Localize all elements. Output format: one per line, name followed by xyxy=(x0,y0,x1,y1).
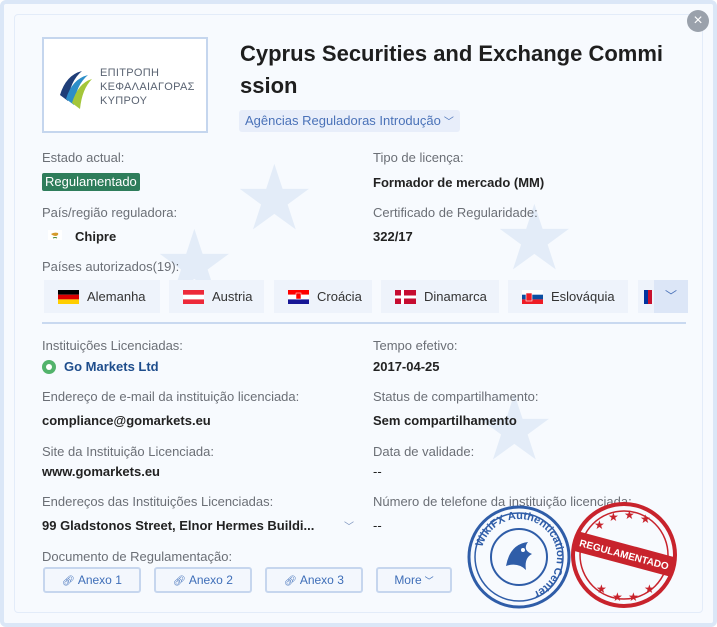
address-label: Endereços das Instituições Licenciadas: xyxy=(42,494,274,509)
background-star-icon: ★ xyxy=(234,149,315,249)
svg-text:★: ★ xyxy=(594,518,605,532)
authorized-countries-list: Alemanha Austria Croácia Dinamarca Eslov… xyxy=(44,280,688,313)
chevron-down-icon[interactable]: ﹀ xyxy=(344,518,354,533)
close-button[interactable]: × xyxy=(687,10,709,32)
chevron-down-icon: ﹀ xyxy=(424,576,434,586)
tempo-value: 2017-04-25 xyxy=(373,359,440,374)
paperclip-icon: 🔗︎ xyxy=(62,576,75,587)
email-label: Endereço de e-mail da instituição licenc… xyxy=(42,389,300,404)
certificado-value: 322/17 xyxy=(373,229,413,244)
paperclip-icon: 🔗︎ xyxy=(173,576,186,587)
regulated-stamp: ★ ★ ★ ★ ★ ★ ★ ★ REGULAMENTADO xyxy=(570,501,678,614)
licenca-value: Formador de mercado (MM) xyxy=(373,175,545,190)
share-label: Status de compartilhamento: xyxy=(373,389,539,404)
annex-2-button[interactable]: 🔗︎ Anexo 2 xyxy=(154,567,252,593)
regulator-card: ★ ★ ★ ★ × ΕΠΙΤΡΟΠΗ ΚΕΦΑΛΑΙΑΓΟΡΑΣ ΚΥΠΡΟΥ … xyxy=(0,0,717,627)
country-chip-alemanha[interactable]: Alemanha xyxy=(44,280,160,313)
regulator-intro-dropdown[interactable]: Agências Reguladoras Introdução ﹀ xyxy=(239,110,460,132)
paperclip-icon: 🔗︎ xyxy=(284,576,297,587)
svg-text:★: ★ xyxy=(608,510,619,524)
country-chip-eslovaquia[interactable]: Eslováquia xyxy=(508,280,628,313)
croatia-flag-icon xyxy=(288,289,309,304)
institution-link[interactable]: Go Markets Ltd xyxy=(64,359,159,374)
site-value[interactable]: www.gomarkets.eu xyxy=(42,464,160,479)
section-divider xyxy=(42,322,686,324)
country-chip-austria[interactable]: Austria xyxy=(169,280,264,313)
flag-icon xyxy=(644,289,652,304)
svg-text:★: ★ xyxy=(624,508,635,522)
country-name: Croácia xyxy=(317,289,362,304)
country-name: Alemanha xyxy=(87,289,146,304)
country-name: Eslováquia xyxy=(551,289,615,304)
austria-flag-icon xyxy=(183,289,204,304)
chevron-down-icon: ﹀ xyxy=(664,289,677,303)
status-badge: Regulamentado xyxy=(42,173,140,191)
svg-text:★: ★ xyxy=(640,512,651,526)
intro-label: Agências Reguladoras Introdução xyxy=(245,113,441,128)
logo-text-line: ΚΥΠΡΟΥ xyxy=(100,95,148,107)
regulator-logo: ΕΠΙΤΡΟΠΗ ΚΕΦΑΛΑΙΑΓΟΡΑΣ ΚΥΠΡΟΥ xyxy=(42,37,208,133)
annex-1-button[interactable]: 🔗︎ Anexo 1 xyxy=(43,567,141,593)
chevron-down-icon: ﹀ xyxy=(443,117,454,128)
documents-label: Documento de Regulamentação: xyxy=(42,549,233,564)
logo-text-line: ΕΠΙΤΡΟΠΗ xyxy=(100,67,160,79)
country-chip-dinamarca[interactable]: Dinamarca xyxy=(381,280,499,313)
svg-text:★: ★ xyxy=(628,590,639,604)
slovakia-flag-icon xyxy=(522,289,543,304)
email-value[interactable]: compliance@gomarkets.eu xyxy=(42,413,211,428)
logo-text-line: ΚΕΦΑΛΑΙΑΓΟΡΑΣ xyxy=(100,81,195,93)
wikifx-authentication-stamp: WikiFX Authentication Center xyxy=(466,504,572,615)
denmark-flag-icon xyxy=(395,289,416,304)
site-label: Site da Instituição Licenciada: xyxy=(42,444,214,459)
instituicoes-label: Instituições Licenciadas: xyxy=(42,338,183,353)
germany-flag-icon xyxy=(58,289,79,304)
regulator-title: Cyprus Securities and Exchange Commissio… xyxy=(240,41,664,98)
tempo-label: Tempo efetivo: xyxy=(373,338,458,353)
share-value: Sem compartilhamento xyxy=(373,413,517,428)
annex-label: Anexo 2 xyxy=(188,573,233,587)
cyprus-flag-icon xyxy=(48,230,62,243)
certificado-label: Certificado de Regularidade: xyxy=(373,205,538,220)
svg-text:★: ★ xyxy=(612,590,623,604)
paises-autorizados-label: Países autorizados(19): xyxy=(42,259,180,274)
licenca-label: Tipo de licença: xyxy=(373,150,464,165)
institution-icon xyxy=(42,360,56,374)
annex-3-button[interactable]: 🔗︎ Anexo 3 xyxy=(265,567,363,593)
pais-label: País/região reguladora: xyxy=(42,205,178,220)
cysec-emblem-icon xyxy=(60,71,92,109)
validade-label: Data de validade: xyxy=(373,444,475,459)
more-documents-button[interactable]: More ﹀ xyxy=(376,567,452,593)
more-label: More xyxy=(394,573,422,587)
phone-value: -- xyxy=(373,518,382,533)
country-name: Dinamarca xyxy=(424,289,487,304)
country-name: Austria xyxy=(212,289,253,304)
svg-text:★: ★ xyxy=(596,582,607,596)
annex-label: Anexo 1 xyxy=(77,573,122,587)
expand-countries-button[interactable]: ﹀ xyxy=(654,280,688,313)
annex-label: Anexo 3 xyxy=(299,573,344,587)
svg-text:★: ★ xyxy=(644,582,655,596)
validade-value: -- xyxy=(373,464,382,479)
pais-value: Chipre xyxy=(75,229,117,244)
country-chip-croacia[interactable]: Croácia xyxy=(274,280,372,313)
estado-label: Estado actual: xyxy=(42,150,125,165)
address-value: 99 Gladstonos Street, Elnor Hermes Build… xyxy=(42,518,315,533)
